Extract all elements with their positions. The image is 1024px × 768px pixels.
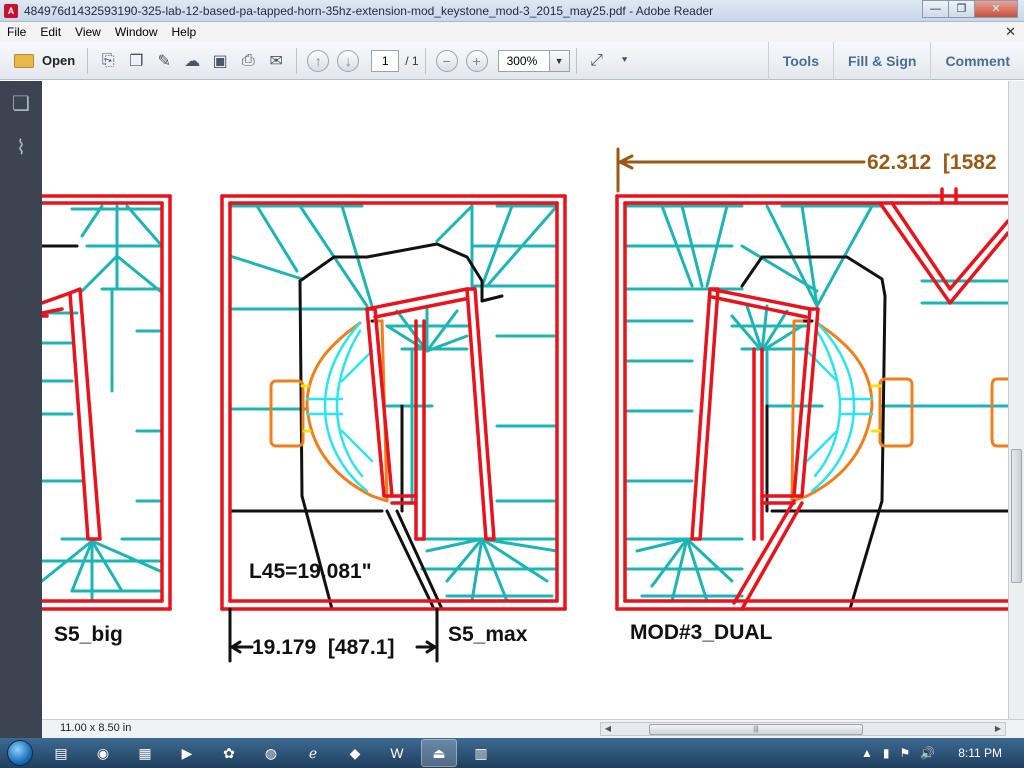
close-button[interactable]: ✕ xyxy=(974,0,1018,18)
label-mod3-dual: MOD#3_DUAL xyxy=(630,621,773,644)
comment-tab[interactable]: Comment xyxy=(930,42,1024,80)
taskbar-calculator-icon[interactable]: ▦ xyxy=(127,739,163,767)
status-bar: 11.00 x 8.50 in ◀ ||| ▶ xyxy=(42,719,1024,738)
zoom-out-button[interactable]: − xyxy=(435,49,458,72)
taskbar-calc-icon[interactable]: ▥ xyxy=(463,739,499,767)
adobe-reader-icon: A xyxy=(4,3,18,18)
tray-expand-icon[interactable]: ▲ xyxy=(861,746,873,760)
taskbar: ▤ ◉ ▦ ▶ ✿ ◍ ℯ ◆ W ⏏ ▥ ▲ ▮ ⚑ 🔊 8:11 PM xyxy=(0,738,1024,768)
scroll-left-arrow-icon[interactable]: ◀ xyxy=(601,723,615,735)
page-number-input[interactable]: 1 xyxy=(371,49,400,72)
zoom-level-input[interactable]: 300% xyxy=(497,49,550,72)
flag-icon[interactable]: ⚑ xyxy=(899,746,910,760)
open-label: Open xyxy=(42,53,76,68)
zoom-dropdown-button[interactable]: ▼ xyxy=(549,49,570,72)
edit-pdf-icon[interactable]: ✎ xyxy=(150,48,178,74)
menu-bar: File Edit View Window Help ✕ xyxy=(0,22,1024,42)
next-page-button[interactable]: ↓ xyxy=(337,49,360,72)
zoom-in-button[interactable]: + xyxy=(465,49,488,72)
label-top-dimension: 62.312 [1582 xyxy=(867,151,997,174)
task-pane-tabs: Tools Fill & Sign Comment xyxy=(767,42,1024,80)
fit-window-icon[interactable]: ⤢ xyxy=(583,48,611,74)
combine-files-icon[interactable]: ❐ xyxy=(122,48,150,74)
vertical-scrollbar[interactable] xyxy=(1008,81,1024,719)
toolbar-separator xyxy=(424,47,426,74)
taskbar-adobe-reader-icon[interactable]: ⏏ xyxy=(421,739,457,767)
horizontal-scroll-thumb[interactable]: ||| xyxy=(649,724,863,735)
clock[interactable]: 8:11 PM xyxy=(958,746,1002,760)
taskbar-ie-icon[interactable]: ℯ xyxy=(295,739,331,767)
menu-edit[interactable]: Edit xyxy=(33,25,68,39)
cabinet-s5-max xyxy=(220,194,567,611)
save-icon[interactable]: ▣ xyxy=(206,48,234,74)
email-icon[interactable]: ✉ xyxy=(262,48,290,74)
open-button[interactable]: Open xyxy=(8,48,81,74)
attachments-icon[interactable]: ⌇ xyxy=(0,125,42,169)
scroll-right-arrow-icon[interactable]: ▶ xyxy=(991,723,1005,735)
page-total: / 1 xyxy=(405,53,419,68)
navigation-pane: ❏ ⌇ xyxy=(0,81,42,738)
maximize-button[interactable]: ❐ xyxy=(948,0,975,18)
menu-view[interactable]: View xyxy=(68,25,108,39)
folder-icon xyxy=(14,53,34,68)
tools-tab[interactable]: Tools xyxy=(767,42,833,80)
taskbar-media-player-icon[interactable]: ▶ xyxy=(169,739,205,767)
menu-file[interactable]: File xyxy=(0,25,33,39)
taskbar-word-icon[interactable]: W xyxy=(379,739,415,767)
battery-icon[interactable]: ▮ xyxy=(883,746,890,760)
toolbar-separator xyxy=(296,47,298,74)
customize-toolbar-icon[interactable]: ⯆ xyxy=(611,48,639,74)
label-s5-big: S5_big xyxy=(54,623,123,646)
page-size-label: 11.00 x 8.50 in xyxy=(60,722,132,734)
create-pdf-icon[interactable]: ⎘ xyxy=(94,48,122,74)
minimize-button[interactable]: — xyxy=(922,0,949,18)
volume-icon[interactable]: 🔊 xyxy=(920,746,935,760)
toolbar: Open ⎘ ❐ ✎ ☁ ▣ ⎙ ✉ ↑ ↓ 1 / 1 − + 300% ▼ … xyxy=(0,42,1024,80)
windows-logo-icon xyxy=(7,740,33,766)
system-tray: ▲ ▮ ⚑ 🔊 8:11 PM xyxy=(856,738,1024,768)
window-controls: — ❐ ✕ xyxy=(922,0,1018,18)
label-s5-max: S5_max xyxy=(448,623,528,646)
start-button[interactable] xyxy=(0,738,40,768)
cabinet-s5-big xyxy=(42,194,172,611)
taskbar-firefox-icon[interactable]: ◍ xyxy=(253,739,289,767)
taskbar-explorer-icon[interactable]: ▤ xyxy=(43,739,79,767)
toolbar-separator xyxy=(87,47,89,74)
label-l45: L45=19.081" xyxy=(249,560,372,583)
document-view[interactable]: S5_big S5_max MOD#3_DUAL L45=19.081" 19.… xyxy=(42,81,1008,719)
cabinet-mod3-dual xyxy=(615,187,1008,611)
vertical-scroll-thumb[interactable] xyxy=(1011,449,1022,583)
fill-sign-tab[interactable]: Fill & Sign xyxy=(832,42,930,80)
taskbar-sap-icon[interactable]: ◆ xyxy=(337,739,373,767)
menu-help[interactable]: Help xyxy=(165,25,204,39)
toolbar-separator xyxy=(575,47,577,74)
title-bar: A 484976d1432593190-325-lab-12-based-pa-… xyxy=(0,0,1024,22)
page-thumbnails-icon[interactable]: ❏ xyxy=(0,81,42,125)
cad-drawing: S5_big S5_max MOD#3_DUAL L45=19.081" 19.… xyxy=(42,147,1008,663)
label-width-dimension: 19.179 [487.1] xyxy=(252,636,394,659)
horizontal-scrollbar[interactable]: ◀ ||| ▶ xyxy=(600,722,1006,736)
close-document-button[interactable]: ✕ xyxy=(1005,24,1016,40)
taskbar-settings-icon[interactable]: ✿ xyxy=(211,739,247,767)
menu-window[interactable]: Window xyxy=(108,25,165,39)
window-title: 484976d1432593190-325-lab-12-based-pa-ta… xyxy=(24,3,714,18)
upload-cloud-icon[interactable]: ☁ xyxy=(178,48,206,74)
dimension-top xyxy=(616,147,866,193)
print-icon[interactable]: ⎙ xyxy=(234,48,262,74)
previous-page-button[interactable]: ↑ xyxy=(307,49,330,72)
taskbar-chrome-icon[interactable]: ◉ xyxy=(85,739,121,767)
